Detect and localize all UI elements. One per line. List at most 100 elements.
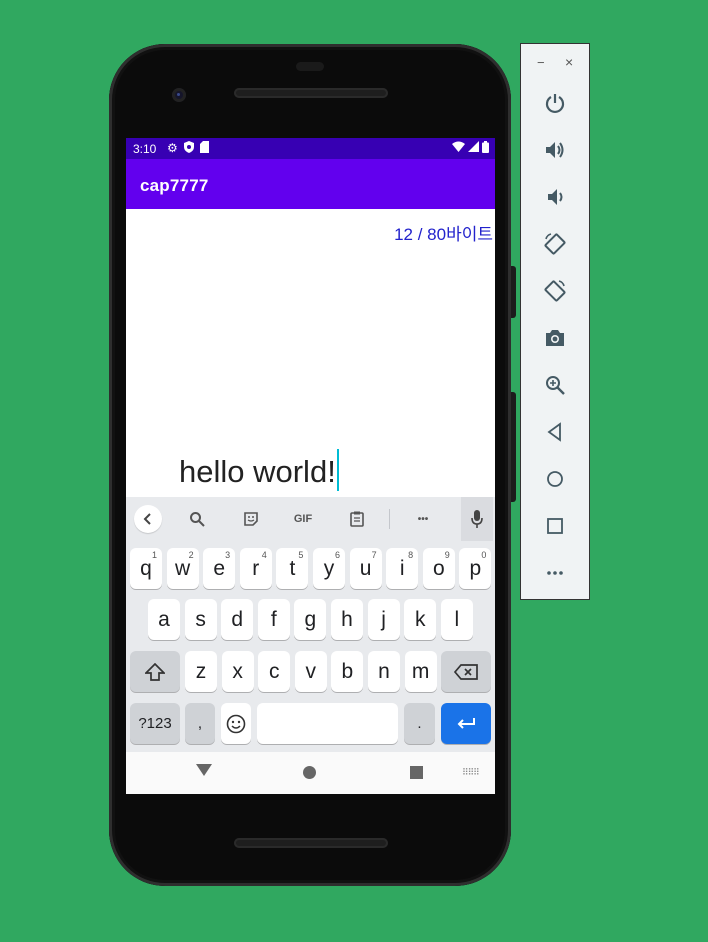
key-e[interactable]: e3 — [203, 548, 236, 589]
power-icon[interactable] — [538, 86, 572, 120]
key-t[interactable]: t5 — [276, 548, 309, 589]
key-x[interactable]: x — [221, 651, 254, 692]
nav-back-icon[interactable] — [196, 764, 212, 776]
shield-icon — [183, 141, 194, 156]
battery-icon — [482, 141, 489, 156]
key-f[interactable]: f — [257, 599, 290, 640]
overview-icon[interactable] — [538, 509, 572, 543]
camera-icon[interactable] — [538, 321, 572, 355]
key-v-label: v — [305, 659, 317, 683]
key-s-label: s — [195, 607, 206, 631]
key-p[interactable]: p0 — [459, 548, 492, 589]
key-o-hint: 9 — [444, 550, 450, 560]
key-u[interactable]: u7 — [349, 548, 382, 589]
key-w-label: w — [175, 556, 191, 580]
back-icon[interactable] — [538, 415, 572, 449]
key-z[interactable]: z — [185, 651, 217, 692]
settings-icon: ⚙ — [167, 141, 178, 155]
key-q-hint: 1 — [151, 550, 157, 560]
key-y-label: y — [323, 556, 335, 580]
more-options-button[interactable]: ••• — [410, 507, 436, 531]
home-icon[interactable] — [538, 462, 572, 496]
key-e-label: e — [213, 556, 226, 580]
key-b-label: b — [341, 659, 354, 683]
key-d[interactable]: d — [221, 599, 254, 640]
minimize-button[interactable]: − — [537, 55, 545, 70]
status-icons-left: ⚙ — [167, 141, 209, 156]
key-m-label: m — [411, 659, 430, 683]
key-h[interactable]: h — [331, 599, 363, 640]
key-r-label: r — [252, 556, 260, 580]
key-f-label: f — [270, 607, 277, 631]
sticker-icon[interactable] — [238, 507, 264, 531]
key-m[interactable]: m — [404, 651, 437, 692]
key-b[interactable]: b — [331, 651, 364, 692]
key-d-label: d — [231, 607, 244, 631]
close-button[interactable]: × — [565, 54, 573, 70]
shift-key[interactable] — [130, 651, 180, 692]
gif-button[interactable]: GIF — [288, 507, 318, 531]
zoom-icon[interactable] — [538, 368, 572, 402]
key-c[interactable]: c — [258, 651, 291, 692]
main-content: 12 / 80바이트 hello world! — [126, 209, 495, 497]
backspace-key[interactable] — [441, 651, 491, 692]
enter-key[interactable] — [441, 703, 491, 744]
key-s[interactable]: s — [184, 599, 217, 640]
key-g[interactable]: g — [294, 599, 327, 640]
nav-recents-icon[interactable] — [410, 766, 423, 779]
key-o-label: o — [432, 556, 445, 580]
more-icon[interactable] — [538, 556, 572, 590]
phone-screen: 3:10 ⚙ cap7777 12 / 80바이트 hello world! G… — [126, 138, 495, 794]
key-k[interactable]: k — [404, 599, 437, 640]
key-q[interactable]: q1 — [130, 548, 162, 589]
app-title: cap7777 — [140, 176, 209, 195]
key-p-hint: 0 — [481, 550, 487, 560]
search-icon[interactable] — [184, 507, 210, 531]
emulator-toolbar: − × — [520, 43, 590, 600]
key-y[interactable]: y6 — [313, 548, 345, 589]
byte-counter: 12 / 80바이트 — [394, 225, 493, 244]
rotate-left-icon[interactable] — [538, 227, 572, 261]
signal-icon — [468, 141, 479, 156]
volume-up-icon[interactable] — [538, 133, 572, 167]
wifi-icon — [452, 141, 465, 156]
key-u-hint: 7 — [371, 550, 377, 560]
key-n[interactable]: n — [368, 651, 400, 692]
key-n-label: n — [378, 659, 390, 683]
navigation-bar: ⠿⠿⠿ — [126, 752, 495, 794]
key-v[interactable]: v — [294, 651, 327, 692]
key-g-label: g — [304, 607, 317, 631]
phone-frame: 3:10 ⚙ cap7777 12 / 80바이트 hello world! G… — [109, 44, 516, 886]
key-j[interactable]: j — [367, 599, 400, 640]
key-w-hint: 2 — [188, 550, 194, 560]
key-o[interactable]: o9 — [422, 548, 455, 589]
key-l-label: l — [454, 607, 460, 631]
space-key[interactable] — [257, 703, 398, 744]
text-input[interactable]: hello world! — [179, 449, 339, 491]
text-cursor — [336, 449, 339, 491]
key-t-hint: 5 — [298, 550, 304, 560]
key-q-label: q — [140, 556, 152, 580]
symbols-key[interactable]: ?123 — [130, 703, 180, 744]
volume-side-button — [511, 392, 516, 502]
nav-home-icon[interactable] — [303, 766, 316, 779]
key-r[interactable]: r4 — [239, 548, 272, 589]
keyboard-switch-icon[interactable]: ⠿⠿⠿ — [462, 767, 480, 778]
key-u-label: u — [359, 556, 372, 580]
clipboard-icon[interactable] — [344, 507, 370, 531]
keyboard-suggestion-strip: GIF ••• — [126, 497, 495, 541]
period-key[interactable]: . — [404, 703, 435, 744]
mic-icon[interactable] — [461, 497, 493, 541]
chevron-left-icon[interactable] — [134, 505, 162, 533]
key-h-label: h — [341, 607, 353, 631]
comma-key[interactable]: , — [185, 703, 215, 744]
key-a[interactable]: a — [148, 599, 180, 640]
key-w[interactable]: w2 — [166, 548, 199, 589]
key-i-hint: 8 — [408, 550, 414, 560]
bottom-speaker — [234, 838, 388, 848]
volume-down-icon[interactable] — [538, 180, 572, 214]
key-l[interactable]: l — [440, 599, 473, 640]
key-i[interactable]: i8 — [386, 548, 419, 589]
emoji-key[interactable] — [221, 703, 251, 744]
rotate-right-icon[interactable] — [538, 274, 572, 308]
